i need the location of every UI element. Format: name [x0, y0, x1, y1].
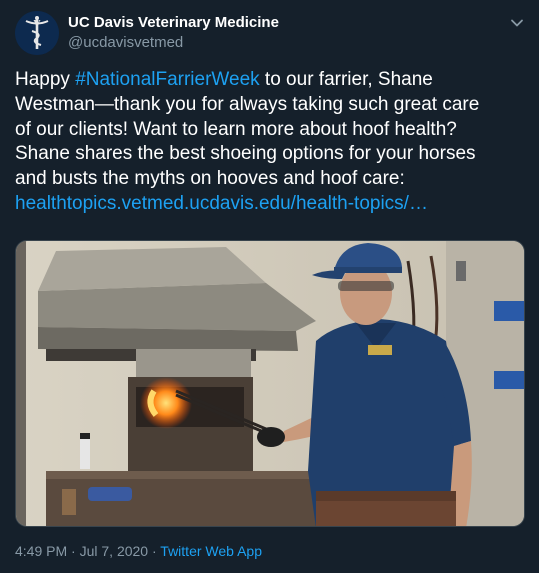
tweet-time[interactable]: 4:49 PM — [15, 543, 67, 559]
tweet-line-4: Shane shares the best shoeing options fo… — [15, 143, 476, 165]
author-name[interactable]: UC Davis Veterinary Medicine — [68, 14, 279, 31]
hashtag-link[interactable]: #NationalFarrierWeek — [75, 69, 259, 90]
tweet-card: V UC Davis Veterinary Medicine @ucdavisv… — [0, 0, 539, 573]
tweet-line-1: Happy #NationalFarrierWeek to our farrie… — [15, 68, 525, 93]
author-handle[interactable]: @ucdavisvetmed — [68, 34, 183, 51]
tweet-line-5: and busts the myths on hooves and hoof c… — [15, 168, 405, 190]
tweet-text-segment: to our farrier, Shane — [259, 69, 433, 90]
tweet-meta: 4:49 PM · Jul 7, 2020 · Twitter Web App — [15, 543, 262, 559]
chevron-down-icon[interactable] — [508, 14, 526, 32]
tweet-photo[interactable] — [15, 240, 525, 527]
meta-separator: · — [67, 543, 80, 559]
caduceus-icon: V — [15, 11, 59, 55]
avatar[interactable]: V — [15, 11, 59, 55]
tweet-line-3: of our clients! Want to learn more about… — [15, 118, 457, 140]
meta-separator: · — [148, 543, 161, 559]
farrier-photo — [16, 241, 524, 526]
tweet-text-segment: Happy — [15, 69, 76, 90]
tweet-source[interactable]: Twitter Web App — [160, 543, 262, 559]
article-link[interactable]: healthtopics.vetmed.ucdavis.edu/health-t… — [15, 192, 525, 217]
svg-text:V: V — [33, 19, 41, 30]
tweet-text: Happy #NationalFarrierWeek to our farrie… — [15, 68, 525, 217]
tweet-date[interactable]: Jul 7, 2020 — [80, 543, 149, 559]
tweet-line-2: Westman—thank you for always taking such… — [15, 93, 480, 115]
